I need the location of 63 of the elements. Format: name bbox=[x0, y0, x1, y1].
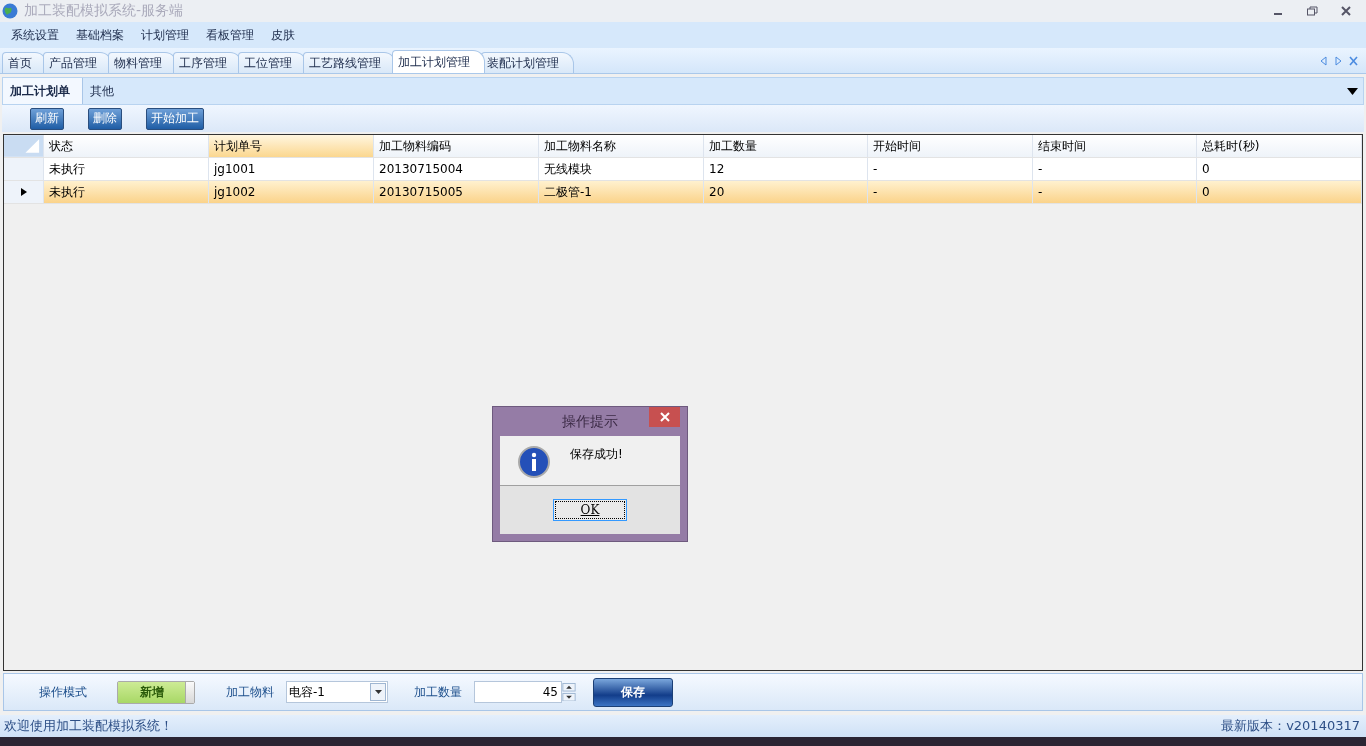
table-cell: 20130715004 bbox=[374, 158, 539, 180]
column-header[interactable]: 加工物料编码 bbox=[374, 135, 539, 157]
column-header[interactable]: 总耗时(秒) bbox=[1197, 135, 1362, 157]
column-header[interactable]: 结束时间 bbox=[1033, 135, 1197, 157]
tab[interactable]: 装配计划管理 bbox=[481, 52, 574, 73]
menu-item[interactable]: 基础档案 bbox=[76, 26, 124, 44]
menu-item[interactable]: 计划管理 bbox=[141, 26, 189, 44]
table-cell: 未执行 bbox=[44, 158, 209, 180]
close-icon[interactable] bbox=[1349, 55, 1358, 66]
close-button[interactable] bbox=[649, 407, 680, 427]
spin-down-icon[interactable] bbox=[562, 692, 576, 701]
table-row[interactable]: 未执行 jg1001 20130715004 无线模块 12 - - 0 bbox=[4, 158, 1362, 181]
material-dropdown[interactable]: 电容-1 bbox=[286, 681, 388, 703]
table-cell: - bbox=[1033, 181, 1197, 203]
caret-icon[interactable] bbox=[374, 690, 382, 694]
status-message: 欢迎使用加工装配模拟系统！ bbox=[4, 717, 173, 735]
table-cell: 未执行 bbox=[44, 181, 209, 203]
field-label: 加工数量 bbox=[414, 683, 462, 701]
info-icon bbox=[518, 446, 550, 478]
dialog-title: 操作提示 bbox=[562, 412, 618, 431]
field-label: 操作模式 bbox=[39, 683, 87, 701]
table-cell: - bbox=[868, 158, 1033, 180]
menu-item[interactable]: 皮肤 bbox=[271, 26, 295, 44]
column-header[interactable]: 加工物料名称 bbox=[539, 135, 704, 157]
scroll-right-icon[interactable] bbox=[1334, 55, 1343, 66]
table-row[interactable]: 未执行 jg1002 20130715005 二极管-1 20 - - 0 bbox=[4, 181, 1362, 204]
table-cell: 无线模块 bbox=[539, 158, 704, 180]
restore-icon[interactable] bbox=[1306, 5, 1318, 17]
table-cell: jg1002 bbox=[209, 181, 374, 203]
save-button[interactable]: 保存 bbox=[593, 677, 673, 707]
table-cell: 0 bbox=[1197, 181, 1362, 203]
current-row-icon bbox=[20, 188, 27, 196]
table-cell: - bbox=[1033, 158, 1197, 180]
window-title: 加工装配模拟系统-服务端 bbox=[24, 2, 185, 20]
spin-up-icon[interactable] bbox=[562, 683, 576, 692]
sub-tab[interactable]: 加工计划单 bbox=[3, 78, 83, 104]
table-cell: jg1001 bbox=[209, 158, 374, 180]
column-header[interactable]: 开始时间 bbox=[868, 135, 1033, 157]
mode-toggle[interactable]: 新增 bbox=[117, 680, 195, 704]
scroll-left-icon[interactable] bbox=[1319, 55, 1328, 66]
menu-item[interactable]: 系统设置 bbox=[11, 26, 59, 44]
dialog-message: 保存成功! bbox=[570, 446, 623, 463]
dropdown-arrow-icon[interactable] bbox=[1347, 87, 1358, 95]
toolbar-button[interactable]: 开始加工 bbox=[146, 107, 204, 130]
table-cell: - bbox=[868, 181, 1033, 203]
tab[interactable]: 加工计划管理 bbox=[392, 50, 485, 73]
table-cell: 20130715005 bbox=[374, 181, 539, 203]
close-icon[interactable] bbox=[1340, 5, 1352, 17]
toolbar-button[interactable]: 删除 bbox=[88, 107, 122, 130]
table-cell: 12 bbox=[704, 158, 868, 180]
globe-icon bbox=[2, 3, 18, 19]
ok-button[interactable]: OK bbox=[553, 499, 627, 521]
column-header[interactable]: 加工数量 bbox=[704, 135, 868, 157]
toolbar-button[interactable]: 刷新 bbox=[30, 107, 64, 130]
column-header[interactable]: 计划单号 bbox=[209, 135, 374, 157]
quantity-field[interactable]: 45 bbox=[474, 681, 562, 703]
table-cell: 0 bbox=[1197, 158, 1362, 180]
field-label: 加工物料 bbox=[226, 683, 274, 701]
menu-item[interactable]: 看板管理 bbox=[206, 26, 254, 44]
version-text: 最新版本：v20140317 bbox=[1221, 717, 1360, 735]
table-cell: 20 bbox=[704, 181, 868, 203]
table-cell: 二极管-1 bbox=[539, 181, 704, 203]
sub-tab[interactable]: 其他 bbox=[83, 78, 126, 104]
